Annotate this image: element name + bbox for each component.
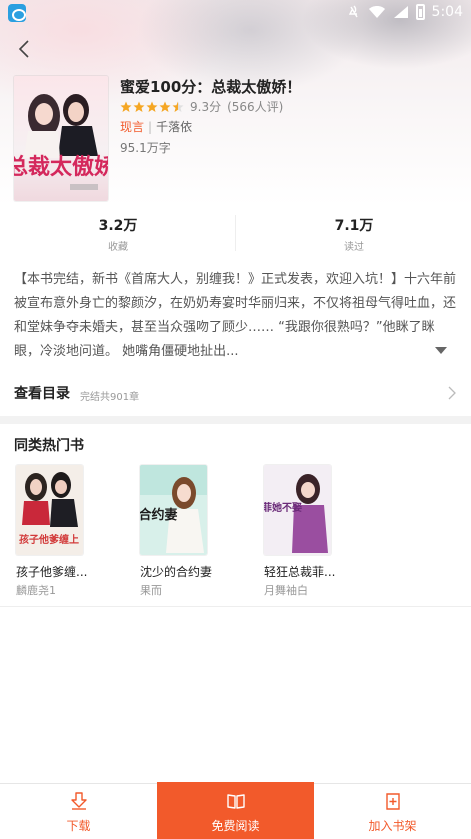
section-divider xyxy=(0,416,471,424)
similar-book-author: 麟鹿尧1 xyxy=(16,584,56,597)
rating-row: 9.3分 (566人评) xyxy=(120,98,283,115)
similar-book-author: 果而 xyxy=(140,584,162,597)
rating-stars xyxy=(120,101,184,113)
section-divider xyxy=(0,606,471,607)
genre-link[interactable]: 现言 xyxy=(120,120,144,134)
battery-icon xyxy=(415,4,425,20)
stat-read: 7.1万 读过 xyxy=(254,215,454,253)
similar-book-cover: 菲她不娶 xyxy=(264,465,331,555)
similar-book-3[interactable]: 菲她不娶 轻狂总裁菲... 月舞袖白 xyxy=(264,465,384,598)
expand-arrow-icon[interactable] xyxy=(434,345,448,355)
similar-book-name: 轻狂总裁菲... xyxy=(264,565,336,579)
download-icon xyxy=(70,792,87,810)
download-button[interactable]: 下载 xyxy=(0,784,157,839)
catalog-row[interactable]: 查看目录 完结共901章 xyxy=(0,372,471,414)
free-read-button[interactable]: 免费阅读 xyxy=(157,782,314,839)
similar-book-cover-art: 合约妻 xyxy=(140,465,207,555)
book-cover-title: 总裁太傲娇 xyxy=(14,154,108,180)
similar-book-cover-title: 合约妻 xyxy=(140,507,178,523)
similar-book-2[interactable]: 合约妻 沈少的合约妻 果而 xyxy=(140,465,260,598)
chevron-right-icon xyxy=(448,386,456,400)
free-read-label: 免费阅读 xyxy=(211,819,260,833)
stat-label: 读过 xyxy=(344,242,364,253)
similar-book-cover-title: 菲她不娶 xyxy=(264,501,302,514)
star-icon xyxy=(120,101,132,112)
similar-book-author: 月舞袖白 xyxy=(264,584,308,597)
app-notification-icon xyxy=(8,4,26,22)
add-shelf-label: 加入书架 xyxy=(368,819,417,833)
bottom-action-bar: 下载 免费阅读 加入书架 xyxy=(0,782,471,839)
book-meta: 现言 | 千落依 xyxy=(120,118,192,135)
similar-book-1[interactable]: 孩子他爹缠上 孩子他爹缠... 麟鹿尧1 xyxy=(16,465,136,598)
catalog-title: 查看目录 xyxy=(14,386,70,402)
stat-value: 7.1万 xyxy=(334,218,374,234)
similar-books-title: 同类热门书 xyxy=(14,438,84,454)
status-bar: 5:04 xyxy=(0,0,471,26)
star-icon xyxy=(146,101,158,112)
similar-book-cover: 孩子他爹缠上 xyxy=(16,465,83,555)
signal-icon xyxy=(393,6,408,18)
similar-book-name: 孩子他爹缠... xyxy=(16,565,88,579)
star-icon xyxy=(159,101,171,112)
add-to-shelf-button[interactable]: 加入书架 xyxy=(314,784,471,839)
similar-book-name: 沈少的合约妻 xyxy=(140,565,213,579)
book-cover-art: 总裁太傲娇 xyxy=(14,76,108,201)
half-star-icon xyxy=(172,101,184,112)
rating-score: 9.3分 xyxy=(190,100,222,114)
meta-separator: | xyxy=(148,120,153,134)
catalog-subtitle: 完结共901章 xyxy=(80,392,140,403)
similar-book-cover-art: 孩子他爹缠上 xyxy=(16,465,83,555)
stats-row: 3.2万 收藏 7.1万 读过 xyxy=(0,215,471,253)
similar-book-cover: 合约妻 xyxy=(140,465,207,555)
rating-count: (566人评) xyxy=(227,100,284,114)
add-shelf-icon xyxy=(385,793,400,810)
similar-book-cover-title: 孩子他爹缠上 xyxy=(19,533,79,546)
stat-favorites: 3.2万 收藏 xyxy=(18,215,218,253)
book-description[interactable]: 【本书完结，新书《首席大人，别缠我！》正式发表，欢迎入坑！】十六年前被宣布意外身… xyxy=(14,268,457,364)
stat-divider xyxy=(235,215,236,251)
author-name[interactable]: 千落依 xyxy=(156,120,192,134)
status-time: 5:04 xyxy=(431,4,463,20)
stat-value: 3.2万 xyxy=(98,218,138,234)
wifi-icon xyxy=(368,6,385,18)
download-label: 下载 xyxy=(66,819,91,833)
open-book-icon xyxy=(226,794,245,809)
star-icon xyxy=(133,101,145,112)
similar-book-cover-art: 菲她不娶 xyxy=(264,465,331,555)
book-cover: 总裁太傲娇 xyxy=(14,76,108,201)
book-title: 蜜爱100分：总裁太傲娇！ xyxy=(120,78,302,96)
mute-icon xyxy=(348,5,358,18)
word-count: 95.1万字 xyxy=(120,141,171,155)
back-arrow-icon[interactable] xyxy=(14,38,36,60)
stat-label: 收藏 xyxy=(108,242,128,253)
